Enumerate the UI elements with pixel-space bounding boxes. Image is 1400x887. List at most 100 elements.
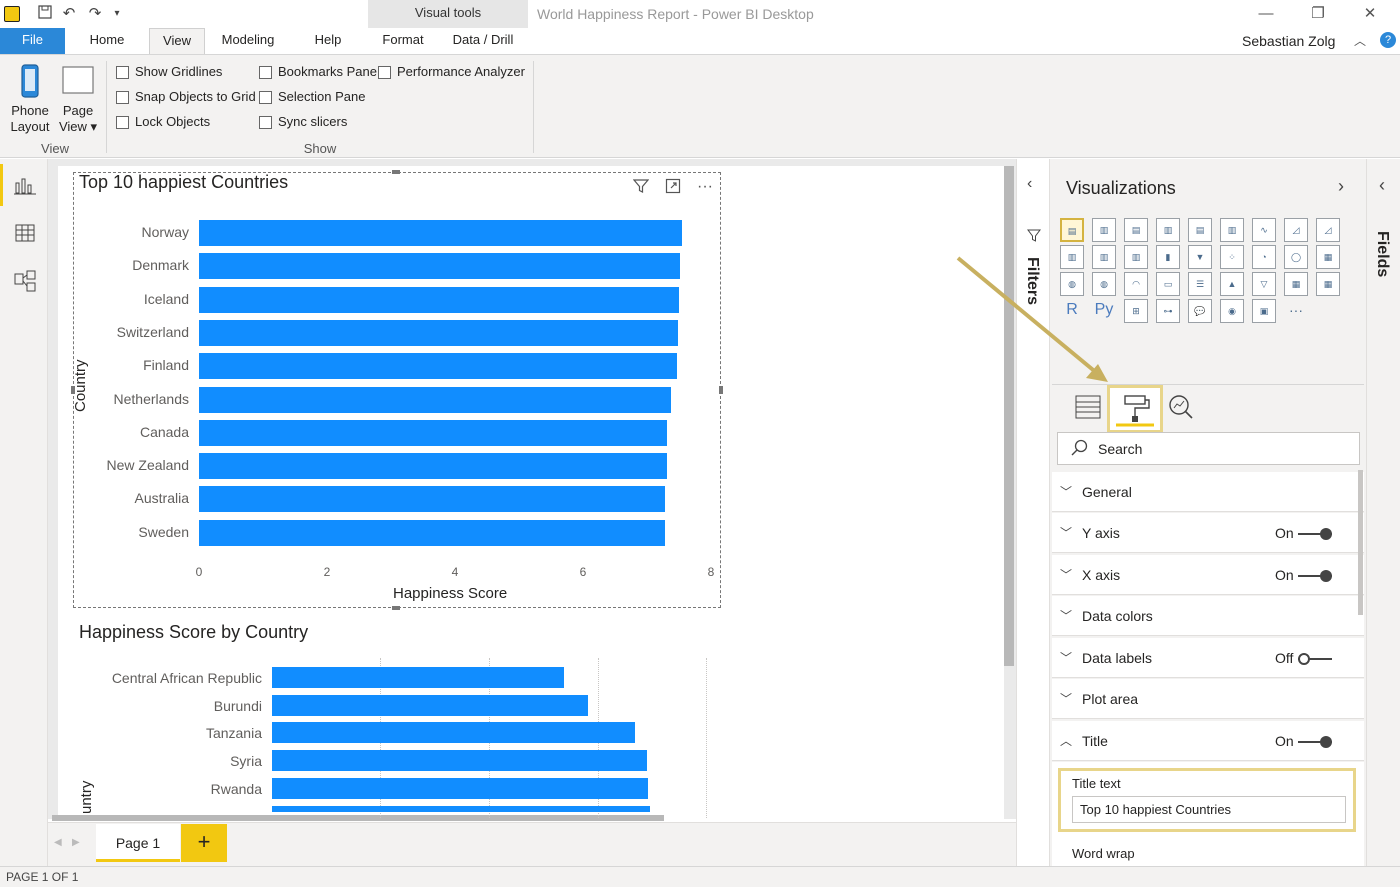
slicer-icon[interactable]: ▽ — [1252, 272, 1276, 296]
tab-file[interactable]: File — [0, 28, 65, 54]
redo-icon[interactable]: ↷ — [86, 5, 104, 23]
donut-icon[interactable]: ◯ — [1284, 245, 1308, 269]
ribbon-icon[interactable]: ▥ — [1124, 245, 1148, 269]
more-icon[interactable]: ··· — [1284, 299, 1308, 323]
collapse-visualizations-chevron-icon[interactable]: › — [1338, 176, 1344, 197]
quick-access-dropdown-icon[interactable]: ▾ — [108, 5, 126, 23]
toggle-switch[interactable] — [1298, 653, 1332, 665]
pie-icon[interactable]: ◔ — [1252, 245, 1276, 269]
format-section-y-axis[interactable]: ﹀ Y axis On — [1052, 513, 1364, 553]
expand-filters-chevron-icon[interactable]: ‹ — [1027, 175, 1032, 193]
card-icon[interactable]: ▭ — [1156, 272, 1180, 296]
gauge-icon[interactable]: ◠ — [1124, 272, 1148, 296]
format-section-title[interactable]: ︿ Title On — [1052, 721, 1364, 761]
waterfall-icon[interactable]: ▮ — [1156, 245, 1180, 269]
stacked-bar-icon[interactable]: ▤ — [1060, 218, 1084, 242]
bar — [272, 722, 636, 744]
stacked-column-icon[interactable]: ▥ — [1092, 218, 1116, 242]
selection-pane-checkbox[interactable]: Selection Pane — [259, 88, 377, 106]
matrix-icon[interactable]: ▦ — [1316, 272, 1340, 296]
snap-to-grid-checkbox[interactable]: Snap Objects to Grid — [116, 88, 256, 106]
100-column-icon[interactable]: ▥ — [1220, 218, 1244, 242]
section-label: X axis — [1082, 567, 1121, 583]
format-section-data-labels[interactable]: ﹀ Data labels Off — [1052, 638, 1364, 678]
next-page-icon[interactable]: ▶ — [72, 837, 80, 848]
100-bar-icon[interactable]: ▤ — [1188, 218, 1212, 242]
save-icon[interactable] — [36, 5, 54, 23]
line-icon[interactable]: ∿ — [1252, 218, 1276, 242]
fields-pane-collapsed[interactable]: ‹ Fields — [1366, 159, 1400, 866]
focus-mode-icon[interactable] — [664, 178, 682, 196]
page-view-button[interactable]: Page View ▾ — [56, 63, 100, 135]
title-text-highlight: Title text Top 10 happiest Countries — [1058, 768, 1356, 832]
more-options-icon[interactable]: ··· — [696, 178, 714, 196]
help-icon[interactable]: ? — [1380, 32, 1396, 48]
expand-fields-chevron-icon[interactable]: ‹ — [1379, 175, 1385, 196]
stacked-area-icon[interactable]: ◿ — [1316, 218, 1340, 242]
filter-icon[interactable] — [632, 178, 650, 196]
toggle-switch[interactable] — [1298, 528, 1332, 540]
funnel-icon[interactable]: ▼ — [1188, 245, 1212, 269]
sync-slicers-checkbox[interactable]: Sync slicers — [259, 113, 377, 131]
format-pane-scrollbar[interactable] — [1358, 470, 1363, 615]
minimize-icon[interactable]: — — [1256, 4, 1276, 24]
qa-icon[interactable]: 💬 — [1188, 299, 1212, 323]
tab-help[interactable]: Help — [303, 28, 353, 54]
clustered-column-icon[interactable]: ▥ — [1156, 218, 1180, 242]
toggle-state-label: On — [1275, 733, 1294, 749]
tab-modeling[interactable]: Modeling — [210, 28, 286, 54]
multi-row-card-icon[interactable]: ☰ — [1188, 272, 1212, 296]
format-section-x-axis[interactable]: ﹀ X axis On — [1052, 555, 1364, 595]
clustered-bar-icon[interactable]: ▤ — [1124, 218, 1148, 242]
model-view-icon[interactable] — [8, 264, 42, 298]
treemap-icon[interactable]: ▦ — [1316, 245, 1340, 269]
performance-analyzer-checkbox[interactable]: Performance Analyzer — [378, 63, 525, 81]
close-icon[interactable]: ✕ — [1360, 4, 1380, 24]
scatter-icon[interactable]: ⁘ — [1220, 245, 1244, 269]
toggle-switch[interactable] — [1298, 570, 1332, 582]
format-tab-highlight[interactable] — [1107, 385, 1163, 433]
show-gridlines-checkbox[interactable]: Show Gridlines — [116, 63, 256, 81]
search-input[interactable]: Search — [1057, 432, 1360, 465]
signed-in-user[interactable]: Sebastian Zolg — [1242, 33, 1335, 49]
fields-well-icon[interactable] — [1074, 394, 1102, 425]
resize-handle[interactable] — [392, 606, 400, 610]
area-icon[interactable]: ◿ — [1284, 218, 1308, 242]
tab-data-drill[interactable]: Data / Drill — [444, 28, 522, 54]
toggle-switch[interactable] — [1298, 736, 1332, 748]
bookmarks-pane-checkbox[interactable]: Bookmarks Pane — [259, 63, 377, 81]
toggle-knob — [1320, 570, 1332, 582]
ribbon: Phone Layout Page View ▾ View Show Gridl… — [0, 54, 1400, 158]
format-section-plot-area[interactable]: ﹀ Plot area — [1052, 679, 1364, 719]
tab-view[interactable]: View — [149, 28, 205, 54]
x-tick-label: 6 — [579, 565, 587, 579]
format-section-data-colors[interactable]: ﹀ Data colors — [1052, 596, 1364, 636]
page-tab-1[interactable]: Page 1 — [96, 824, 180, 862]
format-section-general[interactable]: ﹀ General — [1052, 472, 1364, 512]
tab-home[interactable]: Home — [76, 28, 138, 54]
resize-handle[interactable] — [392, 170, 400, 174]
lock-objects-checkbox[interactable]: Lock Objects — [116, 113, 256, 131]
canvas-horizontal-scrollbar[interactable] — [52, 815, 664, 821]
table-icon[interactable]: ▦ — [1284, 272, 1308, 296]
arcgis-icon[interactable]: ◉ — [1220, 299, 1244, 323]
key-influencers-icon[interactable]: ⊞ — [1124, 299, 1148, 323]
kpi-icon[interactable]: ▲ — [1220, 272, 1244, 296]
tab-format[interactable]: Format — [370, 28, 436, 54]
custom-visual-icon[interactable]: ▣ — [1252, 299, 1276, 323]
resize-handle[interactable] — [719, 386, 723, 394]
decomposition-tree-icon[interactable]: ⊶ — [1156, 299, 1180, 323]
report-view-icon[interactable] — [8, 168, 42, 202]
prev-page-icon[interactable]: ◀ — [54, 837, 62, 848]
analytics-icon[interactable] — [1168, 394, 1194, 425]
collapse-ribbon-icon[interactable]: ︿ — [1354, 32, 1366, 49]
bar — [199, 519, 665, 546]
title-text-input[interactable]: Top 10 happiest Countries — [1072, 796, 1346, 823]
phone-layout-button[interactable]: Phone Layout — [8, 63, 52, 135]
data-view-icon[interactable] — [8, 216, 42, 250]
add-page-button[interactable]: + — [181, 824, 227, 862]
restore-icon[interactable]: ❐ — [1308, 4, 1328, 24]
undo-icon[interactable]: ↶ — [60, 5, 78, 23]
category-label: Netherlands — [113, 390, 190, 407]
checkbox-label: Sync slicers — [278, 114, 348, 129]
